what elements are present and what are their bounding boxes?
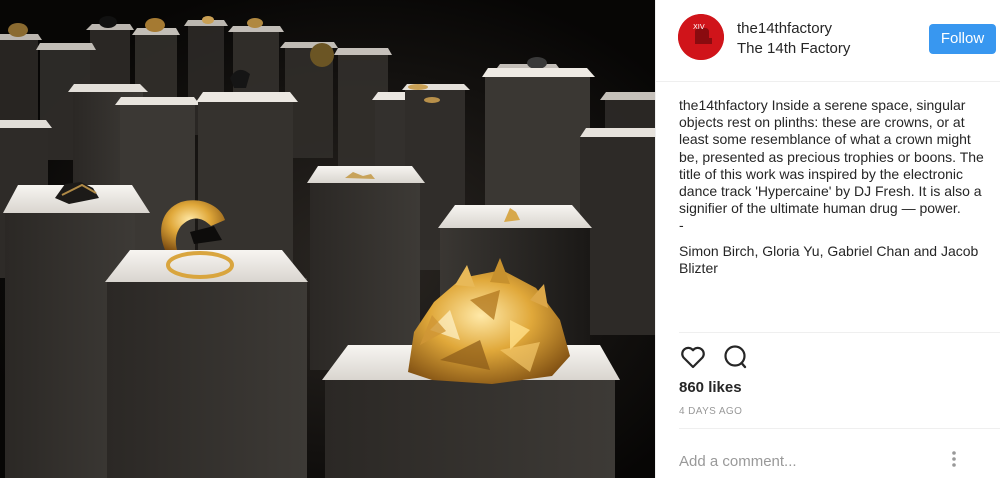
svg-text:XIV: XIV <box>693 23 705 31</box>
more-options-icon[interactable] <box>947 450 961 468</box>
heart-icon[interactable] <box>679 343 707 371</box>
post-caption: the14thfactory Inside a serene space, si… <box>679 97 989 277</box>
add-comment-input[interactable] <box>679 450 939 472</box>
exhibition-photo <box>0 0 655 478</box>
header-username[interactable]: the14thfactory <box>737 20 832 37</box>
caption-username[interactable]: the14thfactory <box>679 97 768 113</box>
post-actions <box>679 343 749 371</box>
follow-button[interactable]: Follow <box>929 24 996 54</box>
plinth-center <box>307 166 425 370</box>
brand-avatar-icon[interactable]: XIV <box>678 14 724 60</box>
caption-credits: Simon Birch, Gloria Yu, Gabriel Chan and… <box>679 242 979 276</box>
instagram-post: XIV the14thfactory The 14th Factory Foll… <box>0 0 1000 478</box>
caption-text: Inside a serene space, singular objects … <box>679 97 984 217</box>
likes-count[interactable]: 860 likes <box>679 379 742 396</box>
post-photo[interactable] <box>0 0 655 478</box>
post-header: XIV the14thfactory The 14th Factory Foll… <box>656 0 1000 82</box>
caption-dash: - <box>679 217 684 234</box>
divider <box>679 428 1000 429</box>
divider <box>679 332 1000 333</box>
post-timestamp[interactable]: 4 DAYS AGO <box>679 406 742 417</box>
header-display-name[interactable]: The 14th Factory <box>737 40 850 57</box>
comment-bubble-icon[interactable] <box>721 343 749 371</box>
post-side-panel: XIV the14thfactory The 14th Factory Foll… <box>655 0 1000 478</box>
